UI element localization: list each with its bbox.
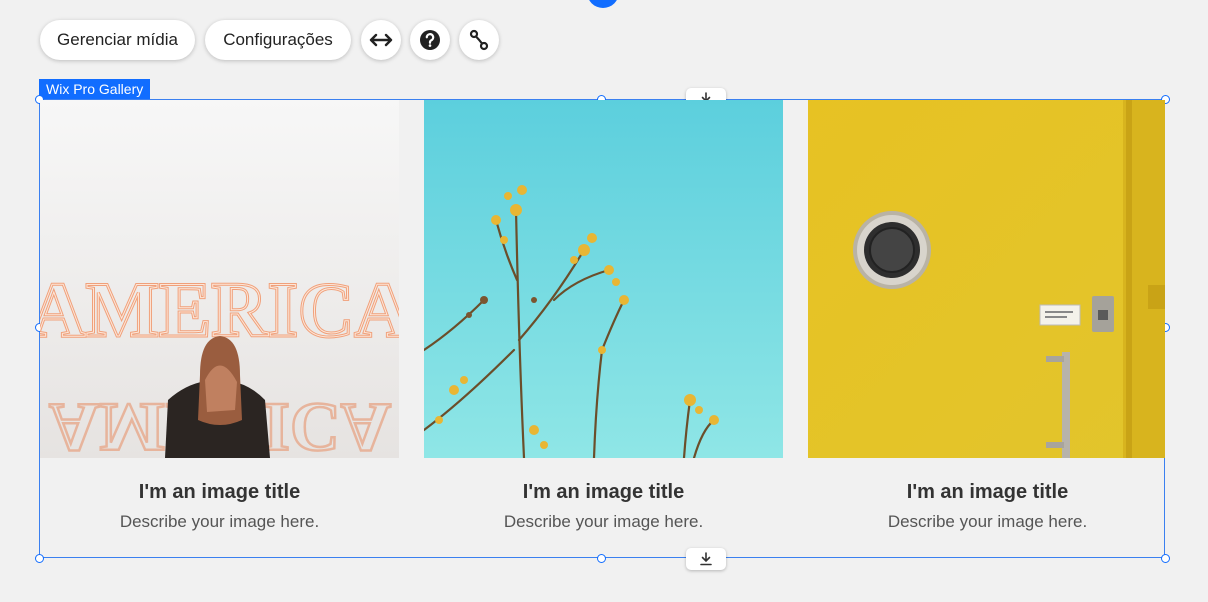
gallery-image[interactable] <box>424 100 783 458</box>
gallery-toolbar: Gerenciar mídia Configurações <box>40 20 508 60</box>
gallery-item[interactable]: I'm an image title Describe your image h… <box>424 100 783 557</box>
help-button[interactable] <box>410 20 450 60</box>
manage-media-button[interactable]: Gerenciar mídia <box>40 20 195 60</box>
gallery-item[interactable]: AMERICA AMERICA AMERICA I'm an image tit… <box>40 100 399 557</box>
item-description: Describe your image here. <box>887 512 1088 531</box>
item-description: Describe your image here. <box>119 512 320 531</box>
gallery-image[interactable]: AMERICA AMERICA AMERICA <box>40 100 399 458</box>
help-icon <box>420 30 440 50</box>
item-title: I'm an image title <box>522 481 685 503</box>
connect-button[interactable] <box>459 20 499 60</box>
item-description: Describe your image here. <box>503 512 704 531</box>
item-title: I'm an image title <box>906 481 1069 503</box>
gallery-image[interactable] <box>808 100 1167 458</box>
component-label[interactable]: Wix Pro Gallery <box>39 79 151 99</box>
horizontal-arrows-icon <box>369 33 393 47</box>
top-anchor-dot[interactable] <box>587 0 619 8</box>
stretch-button[interactable] <box>361 20 401 60</box>
connect-nodes-icon <box>469 29 489 51</box>
item-title: I'm an image title <box>138 481 301 503</box>
settings-button[interactable]: Configurações <box>205 20 351 60</box>
gallery-item[interactable]: I'm an image title Describe your image h… <box>808 100 1167 557</box>
